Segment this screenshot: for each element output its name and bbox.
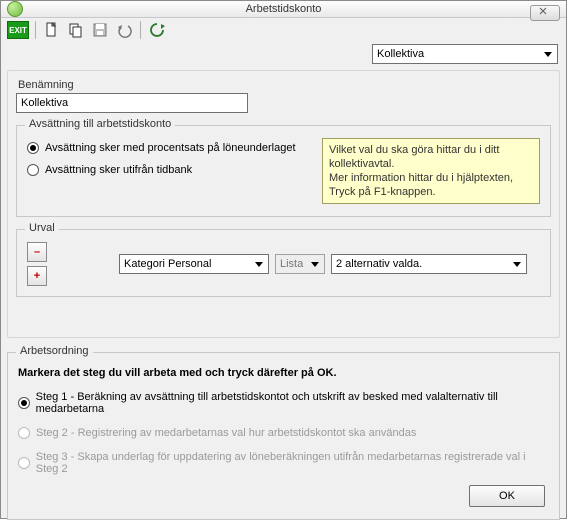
new-document-icon[interactable]	[42, 20, 62, 40]
help-line: Vilket val du ska göra hittar du i ditt	[329, 143, 533, 157]
selector-row: Kollektiva	[1, 42, 566, 70]
refresh-icon[interactable]	[147, 20, 167, 40]
steg2-label: Steg 2 - Registrering av medarbetarnas v…	[36, 427, 416, 439]
footer-row: OK	[18, 479, 549, 509]
combo-value: 2 alternativ valda.	[336, 258, 422, 270]
steg3-radio: Steg 3 - Skapa underlag för uppdatering …	[18, 451, 549, 475]
avsattning-opt1-label: Avsättning sker med procentsats på löneu…	[45, 142, 296, 154]
avsattning-opt-tidbank[interactable]: Avsättning sker utifrån tidbank	[27, 164, 312, 176]
arbetsordning-legend: Arbetsordning	[16, 345, 93, 357]
save-icon[interactable]	[90, 20, 110, 40]
combo-value: Kategori Personal	[124, 258, 211, 270]
add-row-button[interactable]: +	[27, 266, 47, 286]
app-icon	[7, 1, 23, 17]
toolbar-separator	[140, 21, 141, 39]
upper-panel: Benämning Avsättning till arbetstidskont…	[7, 70, 560, 338]
title-bar: Arbetstidskonto	[1, 1, 566, 18]
arbetsordning-instruction: Markera det steg du vill arbeta med och …	[18, 367, 549, 379]
radio-icon	[27, 142, 39, 154]
urval-legend: Urval	[25, 222, 59, 234]
radio-icon	[18, 397, 30, 409]
chevron-down-icon	[541, 47, 555, 61]
content-area: Benämning Avsättning till arbetstidskont…	[1, 70, 566, 528]
toolbar: EXIT	[1, 18, 566, 42]
avsattning-opt2-label: Avsättning sker utifrån tidbank	[45, 164, 192, 176]
help-line: Tryck på F1-knappen.	[329, 185, 533, 199]
exit-button[interactable]: EXIT	[7, 21, 29, 39]
undo-icon[interactable]	[114, 20, 134, 40]
steg1-label: Steg 1 - Beräkning av avsättning till ar…	[36, 391, 549, 415]
radio-icon	[18, 427, 30, 439]
urval-category-combo[interactable]: Kategori Personal	[119, 254, 269, 274]
avsattning-group: Avsättning till arbetstidskonto Avsättni…	[16, 125, 551, 217]
combo-value: Kollektiva	[377, 48, 424, 60]
benamning-label: Benämning	[18, 79, 551, 91]
remove-row-button[interactable]: –	[27, 242, 47, 262]
urval-selection-combo[interactable]: 2 alternativ valda.	[331, 254, 527, 274]
window-title: Arbetstidskonto	[246, 3, 322, 15]
radio-icon	[27, 164, 39, 176]
chevron-down-icon	[308, 257, 322, 271]
radio-icon	[18, 457, 30, 469]
kollektiva-combo[interactable]: Kollektiva	[372, 44, 558, 64]
chevron-down-icon	[252, 257, 266, 271]
avsattning-legend: Avsättning till arbetstidskonto	[25, 118, 175, 130]
ok-button[interactable]: OK	[469, 485, 545, 507]
steg1-radio[interactable]: Steg 1 - Beräkning av avsättning till ar…	[18, 391, 549, 415]
avsattning-opt-procentsats[interactable]: Avsättning sker med procentsats på löneu…	[27, 142, 312, 154]
dialog-window: Arbetstidskonto EXIT Kollektiva	[0, 0, 567, 519]
urval-lista-combo: Lista	[275, 254, 325, 274]
copy-icon[interactable]	[66, 20, 86, 40]
steg3-label: Steg 3 - Skapa underlag för uppdatering …	[36, 451, 549, 475]
close-button[interactable]	[530, 5, 560, 21]
chevron-down-icon	[510, 257, 524, 271]
help-line: kollektivavtal.	[329, 157, 533, 171]
toolbar-separator	[35, 21, 36, 39]
help-line: Mer information hittar du i hjälptexten,	[329, 171, 533, 185]
arbetsordning-group: Arbetsordning Markera det steg du vill a…	[7, 352, 560, 520]
help-box: Vilket val du ska göra hittar du i ditt …	[322, 138, 540, 204]
steg2-radio: Steg 2 - Registrering av medarbetarnas v…	[18, 427, 549, 439]
benamning-input[interactable]	[16, 93, 248, 113]
urval-group: Urval – + Kategori Personal Lista	[16, 229, 551, 297]
combo-value: Lista	[280, 258, 303, 270]
